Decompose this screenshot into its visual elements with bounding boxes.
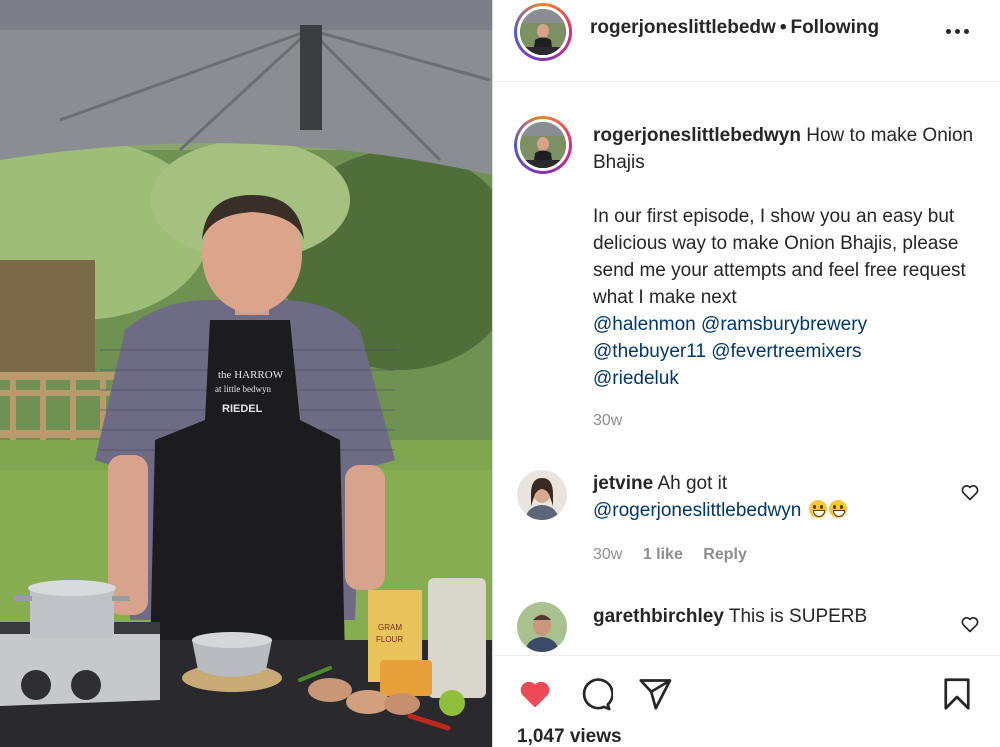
commenter-avatar-photo bbox=[517, 602, 567, 652]
author-avatar[interactable] bbox=[520, 9, 566, 55]
caption-author-avatar[interactable] bbox=[520, 122, 566, 168]
header-separator: • bbox=[779, 17, 787, 38]
caption-body: In our first episode, I show you an easy… bbox=[593, 206, 966, 308]
comment: jetvine Ah got it @rogerjoneslittlebedwy… bbox=[593, 470, 963, 524]
comment-timestamp[interactable]: 30w bbox=[593, 546, 622, 563]
avatar-photo bbox=[520, 9, 566, 55]
comment-text: Ah got it bbox=[657, 473, 728, 494]
post-details-panel: rogerjoneslittlebedw • Following rogerjone… bbox=[493, 0, 1000, 747]
comment: garethbirchley This is SUPERB bbox=[593, 603, 963, 630]
comment-text: This is SUPERB bbox=[728, 606, 868, 627]
caption-avatar-photo bbox=[520, 122, 566, 168]
post-photo: the HARROW at little bedwyn RIEDEL GRAM … bbox=[0, 0, 492, 747]
view-count[interactable]: 1,047 views bbox=[517, 726, 622, 747]
action-bar: 1,047 views bbox=[493, 655, 1000, 747]
mention-link[interactable]: @thebuyer11 bbox=[593, 341, 706, 362]
comment-meta: 30w 1 like Reply bbox=[593, 546, 763, 564]
commenter-avatar[interactable] bbox=[517, 602, 567, 652]
mention-link[interactable]: @ramsburybrewery bbox=[701, 314, 867, 335]
apron-logo-text: the HARROW bbox=[218, 369, 284, 381]
comment-username[interactable]: jetvine bbox=[593, 473, 653, 494]
comment-mention[interactable]: @rogerjoneslittlebedwyn bbox=[593, 500, 801, 521]
caption-username[interactable]: rogerjoneslittlebedwyn bbox=[593, 125, 801, 146]
flour-label-top: GRAM bbox=[378, 623, 402, 632]
bookmark-icon[interactable] bbox=[939, 676, 975, 712]
mention-link[interactable]: @fevertreemixers bbox=[711, 341, 861, 362]
commenter-avatar[interactable] bbox=[517, 470, 567, 520]
comment-username[interactable]: garethbirchley bbox=[593, 606, 724, 627]
ellipsis-icon[interactable] bbox=[946, 25, 970, 37]
caption-timestamp[interactable]: 30w bbox=[593, 412, 622, 430]
grinning-emoji-icon bbox=[808, 500, 827, 518]
post-caption: rogerjoneslittlebedwyn How to make Onion… bbox=[593, 122, 983, 392]
grinning-emoji-icon bbox=[828, 500, 847, 518]
mention-link[interactable]: @riedeluk bbox=[593, 368, 679, 389]
comment-likes[interactable]: 1 like bbox=[643, 546, 683, 563]
comment-icon[interactable] bbox=[577, 676, 613, 712]
following-button[interactable]: Following bbox=[790, 17, 879, 38]
comment-heart-icon[interactable] bbox=[960, 482, 980, 502]
reply-button[interactable]: Reply bbox=[703, 546, 747, 563]
commenter-avatar-photo bbox=[517, 470, 567, 520]
paper-plane-icon[interactable] bbox=[637, 676, 673, 712]
flour-label-bottom: FLOUR bbox=[376, 635, 403, 644]
apron-logo-subtext: at little bedwyn bbox=[215, 384, 271, 394]
mention-link[interactable]: @halenmon bbox=[593, 314, 696, 335]
heart-icon[interactable] bbox=[517, 676, 553, 712]
apron-brand-text: RIEDEL bbox=[222, 403, 263, 415]
post-video[interactable]: the HARROW at little bedwyn RIEDEL GRAM … bbox=[0, 0, 492, 747]
post-header: rogerjoneslittlebedw • Following bbox=[493, 0, 1000, 82]
comment-heart-icon[interactable] bbox=[960, 614, 980, 634]
header-username[interactable]: rogerjoneslittlebedw bbox=[590, 17, 776, 38]
